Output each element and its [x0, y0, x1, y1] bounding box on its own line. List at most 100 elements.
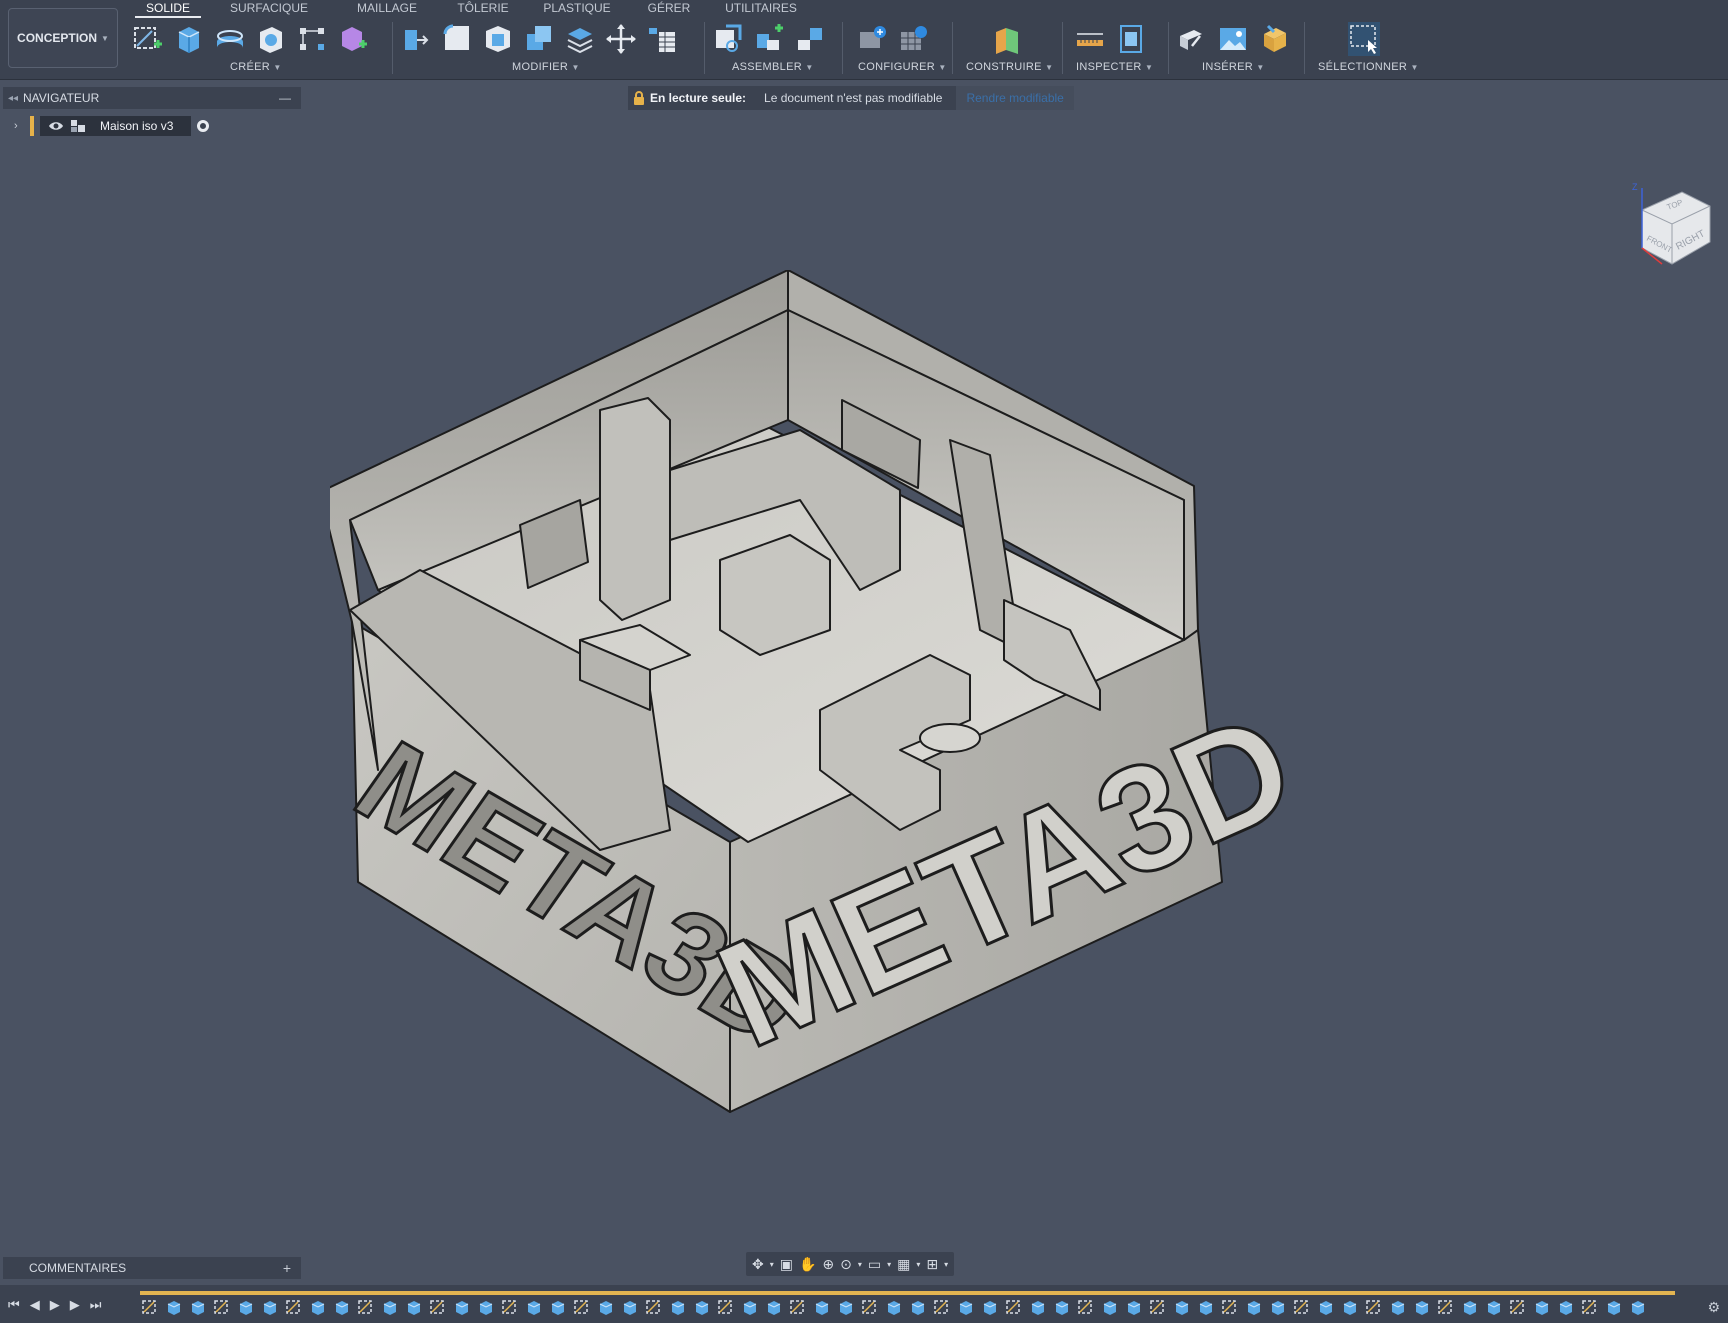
- extrude-icon[interactable]: [173, 22, 205, 56]
- group-label-modifier[interactable]: MODIFIER ▼: [512, 61, 580, 73]
- group-label-selectionner[interactable]: SÉLECTIONNER ▼: [1318, 61, 1419, 73]
- create-form-icon[interactable]: [337, 22, 369, 56]
- timeline-extrude-icon[interactable]: [1532, 1297, 1552, 1317]
- timeline-extrude-icon[interactable]: [308, 1297, 328, 1317]
- go-to-start-icon[interactable]: ⏮: [8, 1297, 20, 1313]
- play-icon[interactable]: ▶: [50, 1297, 60, 1313]
- timeline-sketch-icon[interactable]: [284, 1297, 304, 1317]
- rectangular-pattern-icon[interactable]: [296, 22, 328, 56]
- timeline-extrude-icon[interactable]: [1100, 1297, 1120, 1317]
- timeline-sketch-icon[interactable]: [1148, 1297, 1168, 1317]
- grid-icon[interactable]: ▦: [897, 1256, 910, 1273]
- timeline-extrude-icon[interactable]: [164, 1297, 184, 1317]
- timeline-extrude-icon[interactable]: [188, 1297, 208, 1317]
- timeline-sketch-icon[interactable]: [1004, 1297, 1024, 1317]
- combine-icon[interactable]: [523, 22, 555, 56]
- timeline-sketch-icon[interactable]: [212, 1297, 232, 1317]
- construction-plane-icon[interactable]: [992, 22, 1024, 56]
- timeline-extrude-icon[interactable]: [1628, 1297, 1648, 1317]
- insert-mcmaster-icon[interactable]: [1258, 22, 1290, 56]
- timeline-sketch-icon[interactable]: [500, 1297, 520, 1317]
- timeline-extrude-icon[interactable]: [1316, 1297, 1336, 1317]
- timeline-extrude-icon[interactable]: [1124, 1297, 1144, 1317]
- tab-surfacique[interactable]: SURFACIQUE: [201, 0, 337, 18]
- orbit-icon[interactable]: ✥: [752, 1256, 764, 1273]
- timeline-sketch-icon[interactable]: [1292, 1297, 1312, 1317]
- timeline-sketch-icon[interactable]: [140, 1297, 160, 1317]
- timeline-extrude-icon[interactable]: [1172, 1297, 1192, 1317]
- timeline-extrude-icon[interactable]: [812, 1297, 832, 1317]
- timeline-sketch-icon[interactable]: [1580, 1297, 1600, 1317]
- timeline-extrude-icon[interactable]: [1028, 1297, 1048, 1317]
- timeline-track[interactable]: [140, 1291, 1675, 1295]
- go-to-end-icon[interactable]: ⏭: [90, 1297, 102, 1313]
- timeline-extrude-icon[interactable]: [596, 1297, 616, 1317]
- press-pull-icon[interactable]: [400, 22, 432, 56]
- insert-derive-icon[interactable]: [1176, 22, 1208, 56]
- view-cube[interactable]: TOP FRONT RIGHT Z: [1622, 180, 1722, 280]
- timeline-sketch-icon[interactable]: [1076, 1297, 1096, 1317]
- timeline-sketch-icon[interactable]: [644, 1297, 664, 1317]
- timeline-extrude-icon[interactable]: [692, 1297, 712, 1317]
- timeline-extrude-icon[interactable]: [1052, 1297, 1072, 1317]
- comments-panel[interactable]: COMMENTAIRES +: [3, 1257, 301, 1279]
- timeline-sketch-icon[interactable]: [1436, 1297, 1456, 1317]
- timeline-sketch-icon[interactable]: [428, 1297, 448, 1317]
- timeline-extrude-icon[interactable]: [668, 1297, 688, 1317]
- timeline-extrude-icon[interactable]: [404, 1297, 424, 1317]
- tab-gerer[interactable]: GÉRER: [625, 0, 713, 18]
- timeline-extrude-icon[interactable]: [1460, 1297, 1480, 1317]
- timeline-extrude-icon[interactable]: [476, 1297, 496, 1317]
- pan-icon[interactable]: ✋: [799, 1256, 816, 1273]
- revolve-icon[interactable]: [214, 22, 246, 56]
- timeline-extrude-icon[interactable]: [908, 1297, 928, 1317]
- group-label-assembler[interactable]: ASSEMBLER ▼: [732, 61, 814, 73]
- timeline-extrude-icon[interactable]: [1388, 1297, 1408, 1317]
- section-analysis-icon[interactable]: [1115, 22, 1147, 56]
- zoom-icon[interactable]: ⊕: [822, 1256, 834, 1273]
- timeline-settings-icon[interactable]: ⚙: [1707, 1299, 1720, 1316]
- sketch-create-icon[interactable]: [132, 22, 164, 56]
- timeline-extrude-icon[interactable]: [236, 1297, 256, 1317]
- timeline-extrude-icon[interactable]: [548, 1297, 568, 1317]
- timeline-extrude-icon[interactable]: [1244, 1297, 1264, 1317]
- timeline-sketch-icon[interactable]: [356, 1297, 376, 1317]
- new-component-icon[interactable]: [712, 22, 744, 56]
- timeline-extrude-icon[interactable]: [452, 1297, 472, 1317]
- hole-icon[interactable]: [255, 22, 287, 56]
- shell-icon[interactable]: [482, 22, 514, 56]
- timeline-extrude-icon[interactable]: [740, 1297, 760, 1317]
- timeline-sketch-icon[interactable]: [1364, 1297, 1384, 1317]
- timeline-extrude-icon[interactable]: [620, 1297, 640, 1317]
- group-label-construire[interactable]: CONSTRUIRE ▼: [966, 61, 1053, 73]
- timeline-extrude-icon[interactable]: [980, 1297, 1000, 1317]
- timeline-extrude-icon[interactable]: [1604, 1297, 1624, 1317]
- fillet-icon[interactable]: [441, 22, 473, 56]
- as-built-joint-icon[interactable]: [794, 22, 826, 56]
- configuration-table-icon[interactable]: [897, 22, 929, 56]
- timeline-extrude-icon[interactable]: [1484, 1297, 1504, 1317]
- tab-tolerie[interactable]: TÔLERIE: [437, 0, 529, 18]
- insert-canvas-icon[interactable]: [1217, 22, 1249, 56]
- timeline-sketch-icon[interactable]: [716, 1297, 736, 1317]
- joint-icon[interactable]: [753, 22, 785, 56]
- look-at-icon[interactable]: ▣: [780, 1256, 793, 1273]
- fit-icon[interactable]: ⊙: [840, 1256, 852, 1273]
- timeline-sketch-icon[interactable]: [860, 1297, 880, 1317]
- window-select-icon[interactable]: [1348, 22, 1380, 56]
- timeline-sketch-icon[interactable]: [1508, 1297, 1528, 1317]
- timeline-extrude-icon[interactable]: [956, 1297, 976, 1317]
- group-label-inserer[interactable]: INSÉRER ▼: [1202, 61, 1265, 73]
- tab-plastique[interactable]: PLASTIQUE: [529, 0, 625, 18]
- tab-solide[interactable]: SOLIDE: [135, 0, 201, 18]
- timeline-extrude-icon[interactable]: [1412, 1297, 1432, 1317]
- timeline-extrude-icon[interactable]: [524, 1297, 544, 1317]
- timeline-sketch-icon[interactable]: [572, 1297, 592, 1317]
- measure-icon[interactable]: [1074, 22, 1106, 56]
- workspace-dropdown[interactable]: CONCEPTION ▼: [8, 8, 118, 68]
- configure-model-icon[interactable]: [856, 22, 888, 56]
- step-back-icon[interactable]: ◀: [30, 1297, 40, 1313]
- group-label-creer[interactable]: CRÉER ▼: [230, 61, 282, 73]
- change-parameters-icon[interactable]: [646, 22, 678, 56]
- tab-maillage[interactable]: MAILLAGE: [337, 0, 437, 18]
